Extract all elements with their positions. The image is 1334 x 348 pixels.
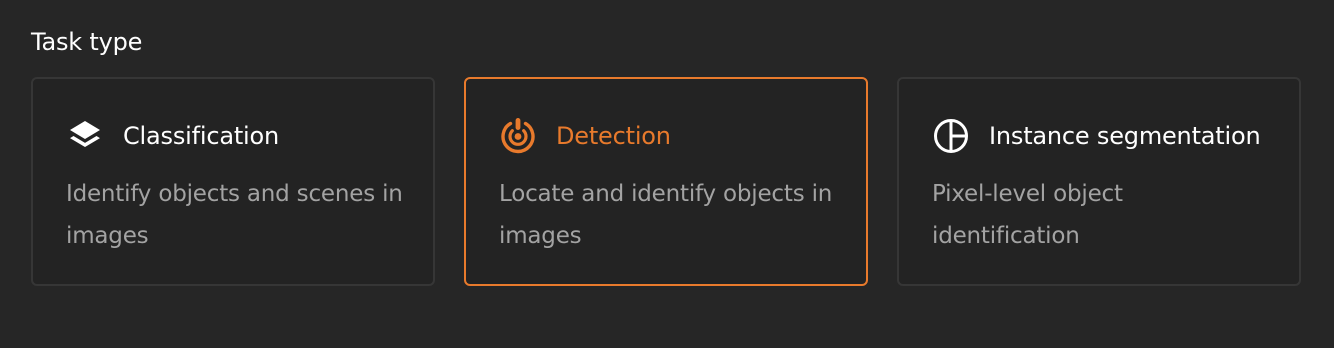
task-type-options: Classification Identify objects and scen… [31, 77, 1301, 286]
card-description: Identify objects and scenes in images [66, 181, 403, 249]
card-title: Detection [556, 122, 671, 150]
task-card-instance-segmentation[interactable]: Instance segmentation Pixel-level object… [897, 77, 1301, 286]
section-label-task-type: Task type [31, 28, 143, 56]
card-header: Instance segmentation [932, 117, 1299, 155]
target-icon [499, 117, 537, 155]
card-title: Classification [123, 122, 280, 150]
card-description: Locate and identify objects in images [499, 181, 833, 249]
card-header: Classification [66, 117, 433, 155]
layers-icon [66, 117, 104, 155]
card-header: Detection [499, 117, 866, 155]
card-title: Instance segmentation [989, 122, 1261, 150]
task-card-classification[interactable]: Classification Identify objects and scen… [31, 77, 435, 286]
pie-segment-icon [932, 117, 970, 155]
card-description: Pixel-level object identification [932, 181, 1123, 249]
task-card-detection[interactable]: Detection Locate and identify objects in… [464, 77, 868, 286]
